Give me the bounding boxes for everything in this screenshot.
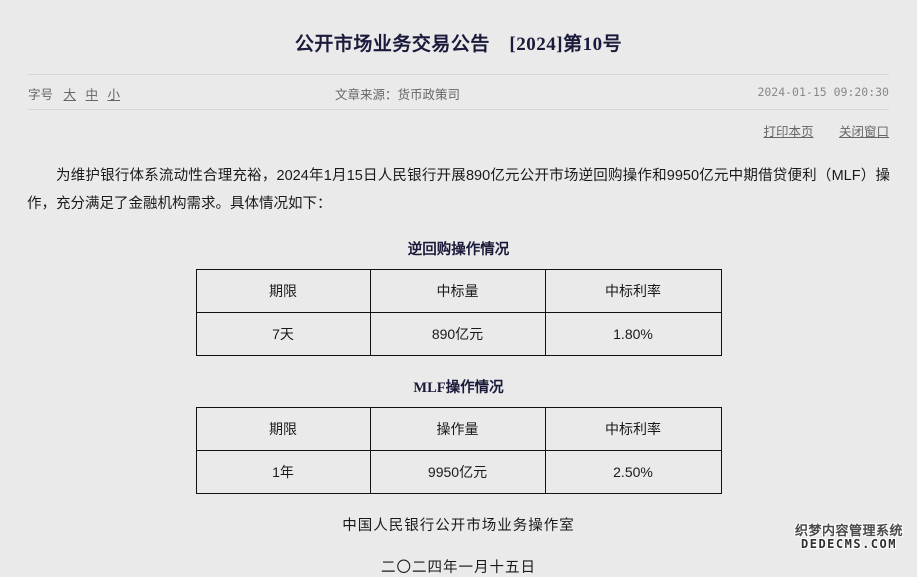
- watermark-cn-text: 织梦内容管理系统: [794, 523, 903, 539]
- article-info-bar: 字号 大 中 小 文章来源：货币政策司 2024-01-15 09:20:30: [28, 73, 889, 110]
- mlf-table-caption: MLF操作情况: [413, 379, 504, 396]
- reverse-repo-section: 逆回购操作情况 期限 中标量 中标利率 7天 890亿元 1.80%: [0, 238, 917, 356]
- signature-date: 二〇二四年一月十五日: [381, 559, 536, 576]
- table-header-cell: 中标量: [369, 268, 546, 313]
- article-source: 文章来源：货币政策司: [335, 87, 461, 102]
- article-actions: 打印本页 关闭窗口: [28, 110, 889, 140]
- table-cell: 1.80%: [544, 311, 722, 356]
- table-cell: 890亿元: [369, 311, 546, 356]
- reverse-repo-table-caption: 逆回购操作情况: [407, 241, 510, 258]
- publish-timestamp: 2024-01-15 09:20:30: [757, 84, 889, 99]
- table-cell: 9950亿元: [369, 449, 546, 494]
- font-size-controls: 字号 大 中 小: [28, 84, 123, 103]
- table-cell: 2.50%: [544, 449, 722, 494]
- page-title: 公开市场业务交易公告 [2024]第10号: [294, 33, 623, 55]
- font-size-large[interactable]: 大: [64, 88, 77, 102]
- watermark-en-text: DEDECMS.COM: [801, 537, 897, 552]
- table-row: 1年 9950亿元 2.50%: [195, 449, 722, 494]
- table-header-cell: 中标利率: [544, 268, 722, 313]
- font-size-label: 字号: [28, 87, 54, 102]
- signature-organization: 中国人民银行公开市场业务操作室: [342, 517, 575, 534]
- font-size-medium[interactable]: 中: [86, 88, 99, 102]
- table-header-cell: 期限: [195, 406, 371, 451]
- table-row: 7天 890亿元 1.80%: [195, 311, 722, 356]
- reverse-repo-table: 期限 中标量 中标利率 7天 890亿元 1.80%: [195, 268, 722, 356]
- watermark: 织梦内容管理系统 DEDECMS.COM: [795, 524, 903, 550]
- table-header-row: 期限 中标量 中标利率: [195, 268, 722, 313]
- table-header-row: 期限 操作量 中标利率: [195, 406, 722, 451]
- table-header-cell: 期限: [195, 268, 371, 313]
- table-cell: 7天: [195, 311, 371, 356]
- table-header-cell: 操作量: [369, 406, 546, 451]
- article-body-paragraph: 为维护银行体系流动性合理充裕，2024年1月15日人民银行开展890亿元公开市场…: [27, 167, 890, 212]
- mlf-table: 期限 操作量 中标利率 1年 9950亿元 2.50%: [195, 406, 722, 494]
- table-cell: 1年: [195, 449, 371, 494]
- close-window-link[interactable]: 关闭窗口: [839, 125, 889, 139]
- table-header-cell: 中标利率: [544, 406, 722, 451]
- font-size-small[interactable]: 小: [108, 88, 121, 102]
- mlf-section: MLF操作情况 期限 操作量 中标利率 1年 9950亿元 2.50%: [0, 376, 917, 494]
- announcement-page: 公开市场业务交易公告 [2024]第10号 字号 大 中 小 文章来源：货币政策…: [0, 13, 917, 576]
- print-page-link[interactable]: 打印本页: [763, 125, 813, 139]
